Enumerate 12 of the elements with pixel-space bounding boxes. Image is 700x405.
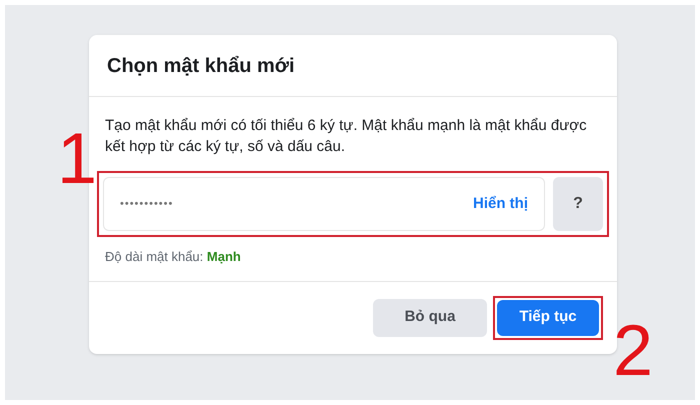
strength-value: Mạnh [206, 249, 241, 264]
strength-label: Độ dài mật khẩu: [105, 249, 204, 264]
password-value: ••••••••••• [120, 196, 174, 212]
skip-button[interactable]: Bỏ qua [373, 298, 487, 336]
continue-button[interactable]: Tiếp tục [497, 300, 599, 336]
step-number: 2 [613, 315, 654, 387]
dialog-title: Chọn mật khẩu mới [107, 54, 295, 78]
password-field[interactable]: ••••••••••• Hiển thị [103, 177, 545, 231]
description-text: Tạo mật khẩu mới có tối thiểu 6 ký tự. Mật khẩu mạnh là mật khẩu được kết hợp từ các ký tự, số và dấu câu. [105, 116, 588, 157]
show-password-link[interactable]: Hiển thị [473, 192, 528, 216]
help-button[interactable]: ? [553, 177, 603, 231]
step-number: 1 [57, 123, 98, 195]
